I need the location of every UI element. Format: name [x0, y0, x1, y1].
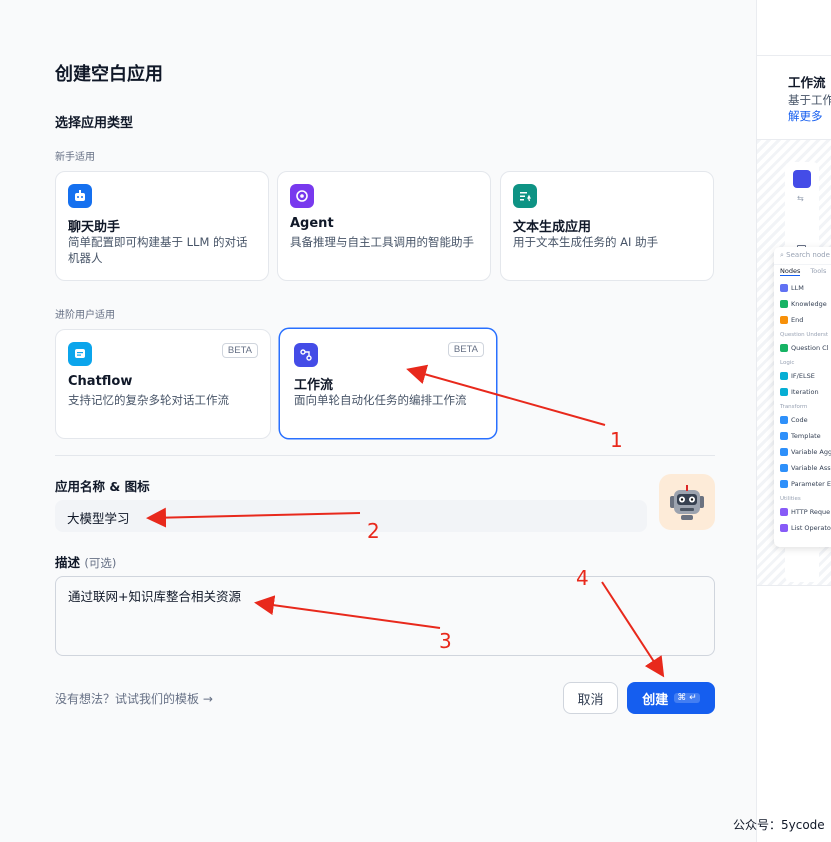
beta-badge: BETA	[447, 342, 484, 357]
variable-icon	[780, 448, 788, 456]
if-else-icon	[780, 372, 788, 380]
node-item-template[interactable]: Template	[774, 428, 831, 444]
node-item-if-else[interactable]: IF/ELSE	[774, 368, 831, 384]
description-textarea[interactable]: 通过联网+知识库整合相关资源	[55, 576, 715, 656]
annotation-number: 1	[610, 428, 623, 452]
shortcut-hint: ⌘ ↵	[674, 693, 700, 703]
cancel-button[interactable]: 取消	[563, 682, 618, 714]
robot-icon	[793, 170, 811, 188]
iteration-icon	[780, 388, 788, 396]
node-item-parameter-extractor[interactable]: Parameter E	[774, 476, 831, 492]
node-tabs: Nodes Tools	[774, 265, 831, 276]
workflow-icon	[294, 343, 318, 367]
watermark: 公众号：5ycode	[733, 818, 825, 832]
llm-icon	[780, 284, 788, 292]
description-label: 描述 (可选)	[55, 552, 116, 571]
app-type-card-workflow[interactable]: BETA 工作流 面向单轮自动化任务的编排工作流	[279, 328, 497, 439]
template-link[interactable]: 没有想法？试试我们的模板 →	[55, 690, 213, 707]
agent-icon	[290, 184, 314, 208]
node-item-end[interactable]: End	[774, 312, 831, 328]
learn-more-link[interactable]: 解更多	[788, 108, 823, 124]
description-label-text: 描述	[55, 555, 81, 570]
create-button-label: 创建	[642, 692, 669, 708]
node-item-variable-assigner[interactable]: Variable Ass	[774, 460, 831, 476]
template-link-label: 没有想法？试试我们的模板	[55, 692, 200, 706]
card-title: 工作流	[294, 378, 334, 393]
app-type-card-chat[interactable]: 聊天助手 简单配置即可构建基于 LLM 的对话机器人	[55, 171, 269, 281]
http-icon	[780, 508, 788, 516]
card-description: 支持记忆的复杂多轮对话工作流	[68, 393, 229, 407]
optional-hint: (可选)	[84, 556, 117, 570]
app-name-label: 应用名称 & 图标	[55, 479, 150, 494]
card-title: Chatflow	[68, 374, 133, 389]
beta-badge: BETA	[221, 343, 258, 358]
card-description: 简单配置即可构建基于 LLM 的对话机器人	[68, 235, 248, 265]
advanced-group-label: 进阶用户适用	[55, 310, 115, 321]
app-type-card-text-generation[interactable]: 文本生成应用 用于文本生成任务的 AI 助手	[500, 171, 714, 281]
tab-nodes[interactable]: Nodes	[780, 267, 801, 276]
swap-icon: ⇆	[797, 194, 804, 203]
robot-icon	[670, 485, 704, 520]
node-item-http-request[interactable]: HTTP Reque	[774, 504, 831, 520]
node-item-iteration[interactable]: Iteration	[774, 384, 831, 400]
preview-canvas: ⇆ ⌕ Search node Nodes Tools LLM Knowledg…	[757, 140, 831, 586]
template-icon	[780, 432, 788, 440]
card-description: 具备推理与自主工具调用的智能助手	[290, 235, 474, 249]
card-title: 聊天助手	[68, 220, 121, 235]
app-name-input[interactable]: 大模型学习	[55, 500, 647, 532]
code-icon	[780, 416, 788, 424]
chat-bot-icon	[68, 184, 92, 208]
node-item-llm[interactable]: LLM	[774, 280, 831, 296]
card-title: 文本生成应用	[513, 220, 592, 235]
create-app-dialog: 创建空白应用 选择应用类型 新手适用 聊天助手 简单配置即可构建基于 LLM 的…	[0, 0, 756, 842]
annotation-number: 2	[367, 519, 380, 543]
node-search-input[interactable]: ⌕ Search node	[774, 247, 831, 265]
node-group-label: Transform	[780, 404, 808, 410]
beginner-group-label: 新手适用	[55, 152, 95, 163]
card-title: Agent	[290, 216, 334, 231]
node-item-variable-aggregator[interactable]: Variable Agg	[774, 444, 831, 460]
node-group-label: Question Underst	[780, 332, 829, 338]
list-icon	[780, 524, 788, 532]
card-description: 用于文本生成任务的 AI 助手	[513, 235, 659, 249]
node-item-list-operator[interactable]: List Operator	[774, 520, 831, 536]
text-generation-icon	[513, 184, 537, 208]
arrow-right-icon: →	[202, 692, 213, 706]
parameter-icon	[780, 480, 788, 488]
node-group-label: Utilities	[780, 496, 801, 502]
app-type-heading: 选择应用类型	[55, 116, 134, 131]
node-selector-panel: ⌕ Search node Nodes Tools LLM Knowledge …	[774, 247, 831, 547]
variable-icon	[780, 464, 788, 472]
preview-description: 基于工作	[788, 93, 831, 107]
dialog-title: 创建空白应用	[55, 64, 163, 85]
app-type-card-agent[interactable]: Agent 具备推理与自主工具调用的智能助手	[277, 171, 491, 281]
node-item-knowledge[interactable]: Knowledge	[774, 296, 831, 312]
knowledge-icon	[780, 300, 788, 308]
annotation-number: 3	[439, 629, 452, 653]
preview-title: 工作流	[788, 75, 826, 90]
end-icon	[780, 316, 788, 324]
create-button[interactable]: 创建 ⌘ ↵	[627, 682, 715, 714]
classifier-icon	[780, 344, 788, 352]
chatflow-icon	[68, 342, 92, 366]
annotation-number: 4	[576, 566, 589, 590]
app-type-card-chatflow[interactable]: BETA Chatflow 支持记忆的复杂多轮对话工作流	[55, 329, 271, 439]
app-icon-picker[interactable]	[659, 474, 715, 530]
node-group-label: Logic	[780, 360, 795, 366]
card-description: 面向单轮自动化任务的编排工作流	[294, 393, 467, 407]
node-item-question-classifier[interactable]: Question Cl	[774, 340, 831, 356]
node-item-code[interactable]: Code	[774, 412, 831, 428]
workflow-preview-panel: 工作流 基于工作 解更多 ⇆ ⌕ Search node Nodes Tools…	[756, 0, 831, 842]
divider	[55, 455, 715, 456]
preview-header: 工作流 基于工作 解更多	[757, 55, 831, 140]
tab-tools[interactable]: Tools	[810, 267, 826, 276]
